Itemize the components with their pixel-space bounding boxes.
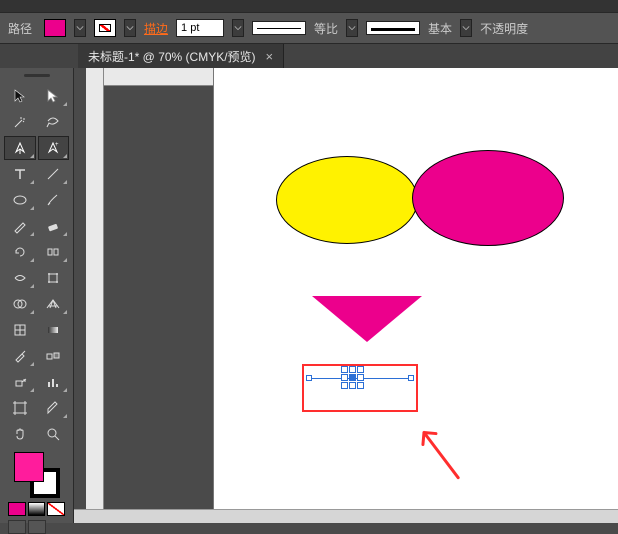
document-tab-bar: 未标题-1* @ 70% (CMYK/预览) × [0, 44, 618, 68]
dash-label: 等比 [314, 20, 338, 37]
menu-bar [0, 0, 618, 12]
ellipse-tool[interactable] [4, 188, 36, 212]
toolbox: + [0, 68, 74, 523]
free-transform-tool[interactable] [38, 266, 70, 290]
profile-dropdown[interactable] [460, 19, 472, 37]
artboard[interactable] [214, 68, 618, 523]
opacity-label[interactable]: 不透明度 [480, 20, 528, 37]
pink-triangle-shape[interactable] [312, 296, 422, 342]
direct-selection-tool[interactable] [38, 84, 70, 108]
mode-label: 路径 [8, 20, 32, 37]
pink-ellipse-shape[interactable] [412, 150, 564, 246]
dash-preview[interactable] [252, 21, 306, 35]
blend-tool[interactable] [38, 344, 70, 368]
hand-tool[interactable] [4, 422, 36, 446]
horizontal-scrollbar[interactable] [74, 509, 618, 523]
shape-builder-tool[interactable] [4, 292, 36, 316]
profile-label: 基本 [428, 20, 452, 37]
document-tab[interactable]: 未标题-1* @ 70% (CMYK/预览) × [78, 44, 284, 68]
color-mode-swatch[interactable] [8, 502, 26, 516]
eraser-tool[interactable] [38, 214, 70, 238]
gradient-tool[interactable] [38, 318, 70, 342]
none-mode-swatch[interactable] [47, 502, 65, 516]
rotate-tool[interactable] [4, 240, 36, 264]
stroke-weight-value: 1 pt [181, 22, 199, 34]
screen-mode-normal[interactable] [8, 520, 26, 534]
canvas-stage[interactable] [74, 68, 618, 523]
column-graph-tool[interactable] [38, 370, 70, 394]
anchor-point-left[interactable] [306, 375, 312, 381]
fill-swatch[interactable] [44, 19, 66, 37]
selection-tool[interactable] [4, 84, 36, 108]
close-tab-icon[interactable]: × [266, 49, 274, 64]
anchor-point-right[interactable] [408, 375, 414, 381]
slice-tool[interactable] [38, 396, 70, 420]
stroke-swatch[interactable] [94, 19, 116, 37]
reflect-tool[interactable] [38, 240, 70, 264]
perspective-grid-tool[interactable] [38, 292, 70, 316]
lasso-tool[interactable] [38, 110, 70, 134]
options-bar: 路径 描边 1 pt 等比 基本 不透明度 [0, 12, 618, 44]
fill-stroke-indicator[interactable] [14, 452, 60, 498]
eyedropper-tool[interactable] [4, 344, 36, 368]
magic-wand-tool[interactable] [4, 110, 36, 134]
vertical-ruler[interactable] [86, 68, 104, 523]
dash-dropdown[interactable] [346, 19, 358, 37]
line-tool[interactable] [38, 162, 70, 186]
screen-mode-full[interactable] [28, 520, 46, 534]
document-title: 未标题-1* @ 70% (CMYK/预览) [88, 48, 256, 65]
pen-tool[interactable] [4, 136, 36, 160]
yellow-ellipse-shape[interactable] [276, 156, 418, 244]
svg-text:+: + [55, 142, 59, 148]
paintbrush-tool[interactable] [38, 188, 70, 212]
artboard-tool[interactable] [4, 396, 36, 420]
stroke-weight-input[interactable]: 1 pt [176, 19, 224, 37]
pencil-tool[interactable] [4, 214, 36, 238]
selection-handles[interactable] [341, 366, 364, 389]
toolbox-grip[interactable] [4, 74, 69, 80]
profile-preview[interactable] [366, 21, 420, 35]
symbol-sprayer-tool[interactable] [4, 370, 36, 394]
type-tool[interactable] [4, 162, 36, 186]
stroke-label[interactable]: 描边 [144, 20, 168, 37]
fill-color-swatch[interactable] [14, 452, 44, 482]
gradient-mode-swatch[interactable] [28, 502, 46, 516]
add-anchor-tool[interactable]: + [38, 136, 70, 160]
fill-dropdown[interactable] [74, 19, 86, 37]
zoom-tool[interactable] [38, 422, 70, 446]
annotation-arrow-icon [410, 426, 470, 486]
width-tool[interactable] [4, 266, 36, 290]
stroke-weight-dropdown[interactable] [232, 19, 244, 37]
stroke-dropdown[interactable] [124, 19, 136, 37]
mesh-tool[interactable] [4, 318, 36, 342]
